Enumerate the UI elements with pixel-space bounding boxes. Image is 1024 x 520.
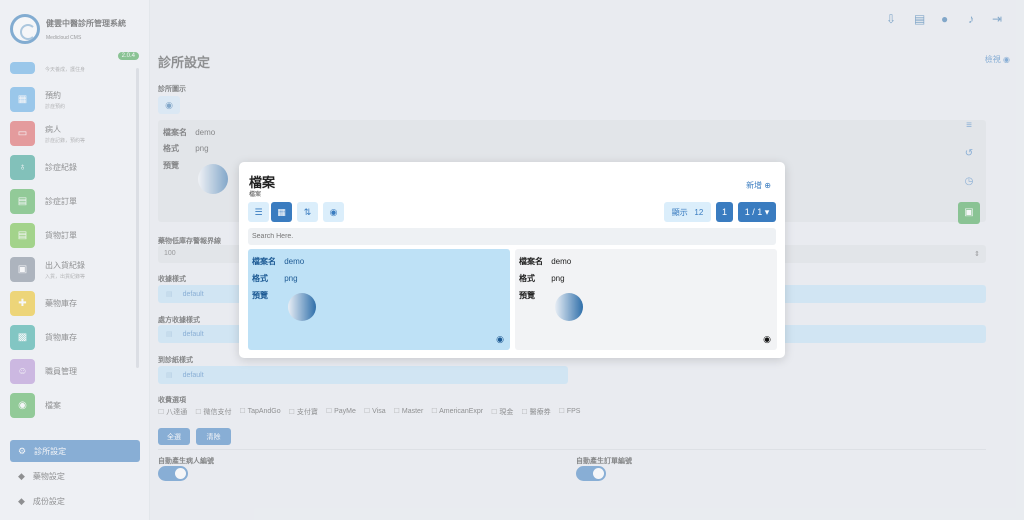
page-current-button[interactable]: 1 — [716, 202, 733, 222]
add-label: 新增 — [746, 181, 763, 190]
eye-icon[interactable]: ◉ — [496, 334, 504, 345]
sort-icon: ⇅ — [303, 206, 312, 217]
file-preview-label: 預覽 — [252, 291, 268, 300]
file-name-label: 檔案名 — [252, 257, 276, 266]
file-picker-modal: 檔案 檔案 新增 ⊕ ☰ ▦ ⇅ ◉ 顯示 12 1 1 / 1 ▾ 檔案名 d… — [239, 162, 785, 358]
file-search-input[interactable] — [248, 228, 776, 245]
file-preview-image — [288, 293, 316, 321]
list-icon: ☰ — [254, 206, 263, 217]
eye-icon: ◉ — [329, 206, 338, 217]
page-total: 1 / 1 — [744, 207, 763, 217]
add-file-button[interactable]: 新增 ⊕ — [746, 180, 771, 191]
grid-icon: ▦ — [277, 206, 286, 217]
caret-down-icon: ▾ — [764, 206, 770, 217]
file-format-label: 格式 — [519, 274, 535, 283]
modal-subtitle: 檔案 — [249, 192, 262, 198]
grid-view-button[interactable]: ▦ — [271, 202, 292, 222]
preview-button[interactable]: ◉ — [323, 202, 344, 222]
list-view-button[interactable]: ☰ — [248, 202, 269, 222]
file-name-value: demo — [551, 257, 572, 266]
file-name-label: 檔案名 — [519, 257, 543, 266]
file-format-label: 格式 — [252, 274, 268, 283]
eye-icon[interactable]: ◉ — [763, 334, 771, 345]
page-select[interactable]: 1 / 1 ▾ — [738, 202, 776, 222]
file-card[interactable]: 檔案名 demo 格式 png 預覽 ◉ — [248, 249, 510, 350]
plus-circle-icon: ⊕ — [764, 181, 771, 190]
show-count: 12 — [694, 207, 704, 217]
file-card[interactable]: 檔案名 demo 格式 png 預覽 ◉ — [515, 249, 777, 350]
file-format-value: png — [551, 274, 565, 283]
file-format-value: png — [284, 274, 298, 283]
file-preview-label: 預覽 — [519, 291, 535, 300]
show-label: 顯示 — [671, 207, 688, 217]
file-name-value: demo — [284, 257, 305, 266]
sort-button[interactable]: ⇅ — [297, 202, 318, 222]
show-count-select[interactable]: 顯示 12 — [664, 202, 711, 222]
file-preview-image — [555, 293, 583, 321]
